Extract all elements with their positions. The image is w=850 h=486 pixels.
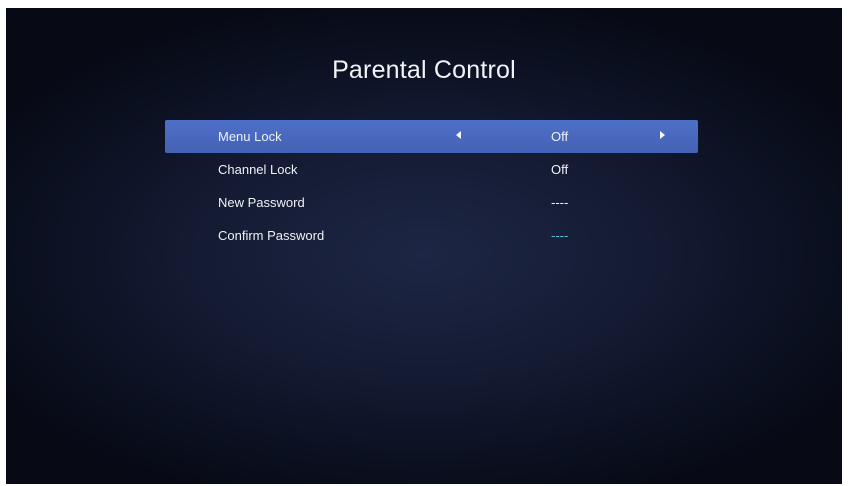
menu-item-label: Confirm Password	[218, 228, 325, 243]
menu-item-label: Channel Lock	[218, 162, 298, 177]
menu-item-label: New Password	[218, 195, 305, 210]
menu-item-menu-lock[interactable]: Menu Lock Off	[165, 120, 698, 153]
arrow-right-icon[interactable]	[660, 131, 665, 139]
arrow-left-icon[interactable]	[456, 131, 461, 139]
menu-item-new-password[interactable]: New Password ----	[165, 186, 698, 219]
menu-item-confirm-password[interactable]: Confirm Password ----	[165, 219, 698, 252]
menu-item-value: Off	[551, 162, 569, 177]
menu-item-value: Off	[551, 129, 569, 144]
confirm-password-field[interactable]: ----	[551, 228, 568, 243]
password-field[interactable]: ----	[551, 195, 568, 210]
menu-item-channel-lock[interactable]: Channel Lock Off	[165, 153, 698, 186]
page-title: Parental Control	[332, 56, 516, 84]
settings-menu: Menu Lock Off Channel Lock Off New Passw…	[165, 120, 698, 252]
menu-item-label: Menu Lock	[218, 129, 282, 144]
parental-control-screen: Parental Control Menu Lock Off Channel L…	[6, 8, 842, 484]
